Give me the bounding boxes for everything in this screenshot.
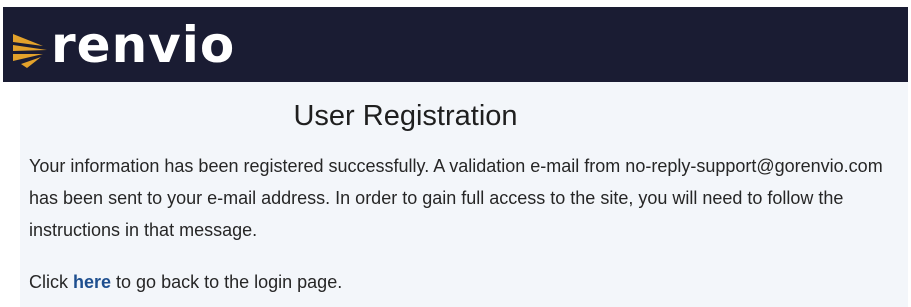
back-to-login-link[interactable]: here bbox=[73, 272, 111, 292]
back-prefix: Click bbox=[29, 272, 73, 292]
main-content: User Registration Your information has b… bbox=[20, 82, 908, 307]
page-title: User Registration bbox=[293, 100, 518, 132]
back-suffix: to go back to the login page. bbox=[111, 272, 343, 292]
logo[interactable]: renvio bbox=[13, 20, 235, 70]
success-message: Your information has been registered suc… bbox=[29, 156, 883, 240]
logo-text: renvio bbox=[51, 15, 236, 74]
sunburst-icon bbox=[13, 33, 47, 68]
back-to-login-text: Click here to go back to the login page. bbox=[29, 270, 342, 294]
site-header: renvio bbox=[3, 7, 908, 82]
